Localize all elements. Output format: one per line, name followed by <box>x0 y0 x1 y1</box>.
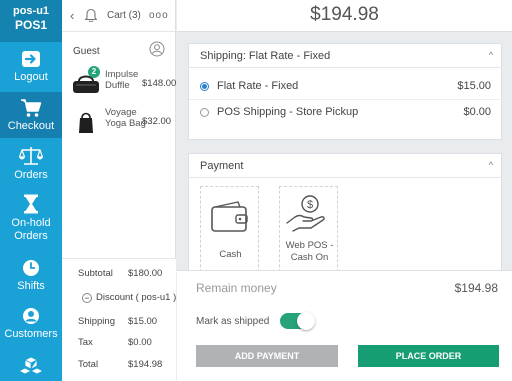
payment-option-label: Web POS - Cash On <box>285 240 334 263</box>
customer-name: Guest <box>73 46 100 57</box>
sidebar-item-checkout[interactable]: Checkout <box>0 92 62 138</box>
discount-label: Discount ( pos-u1 ) <box>96 292 177 303</box>
more-menu-button[interactable]: ooo <box>149 10 169 21</box>
shipping-label: Shipping <box>78 316 115 327</box>
payment-section-header[interactable]: Payment ^ <box>189 154 501 178</box>
boxes-icon <box>20 356 42 375</box>
bell-icon[interactable] <box>84 7 98 22</box>
cart-title: Cart (3) <box>107 10 141 21</box>
product-image <box>79 112 93 133</box>
mark-shipped-label: Mark as shipped <box>196 316 270 327</box>
wallet-icon <box>211 201 248 232</box>
mark-shipped-toggle[interactable] <box>280 312 315 330</box>
toggle-knob <box>297 312 315 330</box>
shipping-option-price: $15.00 <box>457 80 491 92</box>
chevron-up-icon[interactable]: ^ <box>489 50 493 60</box>
discount-row[interactable]: − Discount ( pos-u1 ) <box>82 292 176 303</box>
subtotal-row: Subtotal $180.00 <box>62 263 176 283</box>
cart-item[interactable]: Voyage Yoga Bag $32.00 <box>62 104 176 144</box>
shipping-value: $15.00 <box>128 316 158 327</box>
product-name: Impulse Duffle <box>105 69 139 91</box>
hourglass-icon <box>24 194 38 214</box>
cart-panel: ‹ Cart (3) ooo Guest 2 Impulse Duffle $1… <box>62 0 176 381</box>
radio-unselected[interactable] <box>200 108 209 117</box>
shipping-option-name: POS Shipping - Store Pickup <box>217 106 359 118</box>
sidebar-item-label: Orders <box>14 169 48 181</box>
tax-row: Tax $0.00 <box>62 332 176 352</box>
sidebar-header: pos-u1 POS1 <box>0 0 62 42</box>
tax-label: Tax <box>78 337 93 348</box>
shipping-title: Shipping: Flat Rate - Fixed <box>200 50 331 62</box>
payment-option-cash[interactable]: Cash <box>200 186 259 272</box>
product-price: $148.00 <box>142 78 177 89</box>
shipping-option[interactable]: POS Shipping - Store Pickup $0.00 <box>189 100 503 126</box>
total-row: Total $194.98 <box>62 354 176 374</box>
sidebar-item-label: Shifts <box>17 280 45 292</box>
radio-selected[interactable] <box>200 82 209 91</box>
total-label: Total <box>78 359 99 370</box>
svg-text:$: $ <box>307 199 313 211</box>
chevron-up-icon[interactable]: ^ <box>489 160 493 170</box>
tax-value: $0.00 <box>128 337 152 348</box>
remain-money-label: Remain money <box>196 281 277 295</box>
remain-money-value: $194.98 <box>454 281 498 295</box>
subtotal-label: Subtotal <box>78 268 113 279</box>
sidebar-item-on-hold-orders[interactable]: On-hold Orders <box>0 192 62 244</box>
shipping-option[interactable]: Flat Rate - Fixed $15.00 <box>189 74 503 100</box>
checkout-footer: Remain money $194.98 Mark as shipped ADD… <box>177 270 512 381</box>
sidebar-item-logout[interactable]: Logout <box>0 46 62 90</box>
grand-total: $194.98 <box>310 4 379 25</box>
sidebar-item-orders[interactable]: Orders <box>0 144 62 184</box>
shipping-row: Shipping $15.00 <box>62 311 176 331</box>
cart-icon <box>21 99 42 117</box>
add-payment-button[interactable]: ADD PAYMENT <box>196 345 338 367</box>
sidebar-item-label: On-hold Orders <box>11 217 51 242</box>
sidebar-item-shifts[interactable]: Shifts <box>0 258 62 294</box>
logout-icon <box>22 51 40 67</box>
add-customer-icon[interactable] <box>149 41 165 57</box>
checkout-panel: $194.98 Shipping: Flat Rate - Fixed ^ Fl… <box>177 0 512 381</box>
sidebar-item-label: Customers <box>4 328 58 340</box>
user-icon <box>23 308 39 324</box>
product-price: $32.00 <box>142 116 172 127</box>
total-value: $194.98 <box>128 359 163 370</box>
payment-title: Payment <box>200 160 244 172</box>
cart-totals: Subtotal $180.00 − Discount ( pos-u1 ) Sh… <box>62 258 176 381</box>
scale-icon <box>19 147 43 165</box>
sidebar-item-label: Checkout <box>7 120 55 132</box>
grand-total-bar: $194.98 <box>177 0 512 32</box>
shipping-option-name: Flat Rate - Fixed <box>217 80 299 92</box>
cart-header: ‹ Cart (3) ooo <box>62 0 175 32</box>
user-name: pos-u1 <box>12 5 50 17</box>
cart-item[interactable]: 2 Impulse Duffle $148.00 <box>62 66 176 106</box>
remove-discount-icon[interactable]: − <box>82 293 92 303</box>
shipping-option-price: $0.00 <box>463 106 491 118</box>
sidebar-item-label: Logout <box>14 71 48 83</box>
subtotal-value: $180.00 <box>128 268 163 279</box>
hand-coin-icon: $ <box>286 195 325 232</box>
payment-option-label: Cash <box>219 249 242 260</box>
quantity-badge: 2 <box>88 66 100 78</box>
sidebar-item-customers[interactable]: Customers <box>0 306 62 342</box>
sidebar-item-products[interactable] <box>0 354 62 381</box>
shipping-section: Shipping: Flat Rate - Fixed ^ Flat Rate … <box>188 43 503 140</box>
place-order-button[interactable]: PLACE ORDER <box>358 345 499 367</box>
product-name: Voyage Yoga Bag <box>105 107 146 129</box>
payment-option-cash-on-delivery[interactable]: $ Web POS - Cash On <box>279 186 338 272</box>
back-icon[interactable]: ‹ <box>70 8 74 23</box>
pos-name: POS1 <box>14 18 47 32</box>
clock-icon <box>23 260 39 276</box>
payment-section: Payment ^ Cash $ Web POS - Cash On <box>188 153 502 272</box>
sidebar: pos-u1 POS1 Logout Checkout Orders On-ho… <box>0 0 62 381</box>
customer-selector[interactable]: Guest <box>62 38 176 62</box>
shipping-section-header[interactable]: Shipping: Flat Rate - Fixed ^ <box>189 44 501 68</box>
